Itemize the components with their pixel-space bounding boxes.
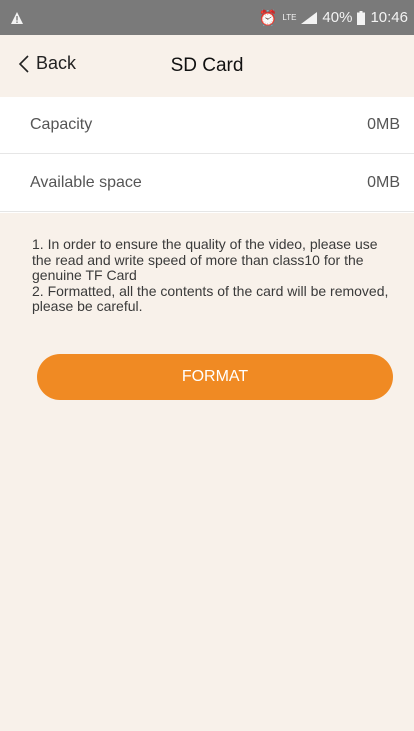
signal-icon (301, 11, 318, 24)
content-area: 1. In order to ensure the quality of the… (0, 213, 414, 731)
page-title: SD Card (170, 55, 244, 76)
note-1: 1. In order to ensure the quality of the… (32, 236, 378, 283)
format-button[interactable]: FORMAT (37, 354, 393, 400)
clock: 10:46 (370, 9, 408, 26)
battery-percent: 40% (322, 9, 353, 26)
capacity-label: Capacity (30, 116, 93, 133)
available-space-label: Available space (30, 174, 142, 191)
format-notes: 1. In order to ensure the quality of the… (32, 236, 398, 315)
available-space-row: Available space 0MB (0, 155, 414, 212)
alarm-icon: ⏰ (258, 9, 278, 27)
capacity-value: 0MB (367, 116, 400, 133)
battery-icon (357, 10, 366, 25)
available-space-value: 0MB (367, 174, 400, 191)
navigation-bar: Back SD Card (0, 35, 414, 97)
warning-icon (11, 11, 23, 24)
capacity-row: Capacity 0MB (0, 97, 414, 154)
status-bar: ⏰ LTE 40% 10:46 (0, 0, 414, 35)
status-indicators: ⏰ LTE 40% 10:46 (259, 9, 408, 27)
note-2: 2. Formatted, all the contents of the ca… (32, 282, 389, 314)
network-type: LTE (282, 12, 297, 22)
